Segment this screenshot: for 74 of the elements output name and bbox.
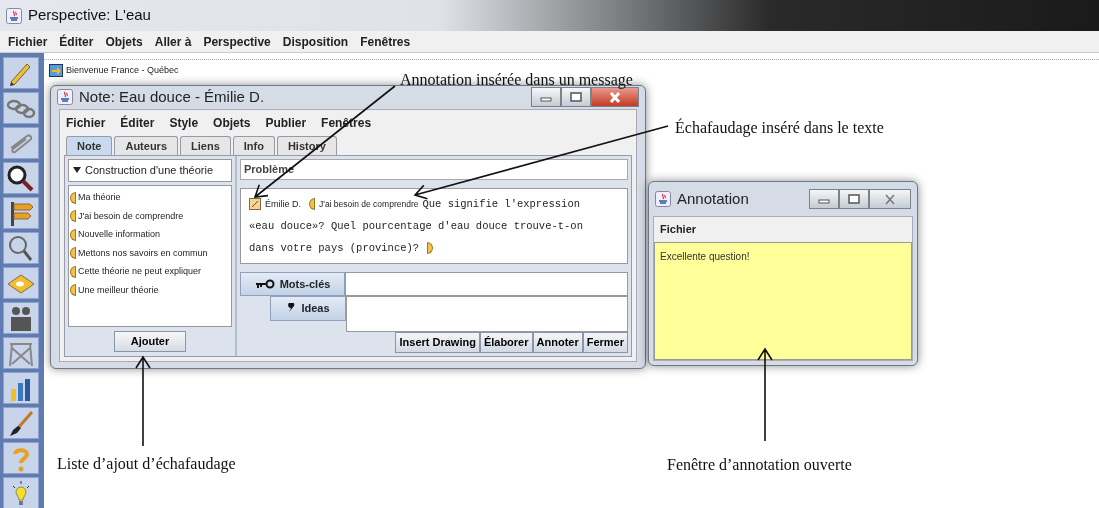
maximize-button[interactable]: [839, 189, 869, 209]
note-text: Que signifie l'expression: [422, 196, 580, 211]
java-cup-icon: [57, 89, 73, 106]
ideas-field[interactable]: [346, 296, 628, 332]
menu-item[interactable]: Fenêtres: [360, 32, 411, 51]
menu-item[interactable]: Fichier: [660, 221, 697, 238]
maximize-icon: [570, 92, 582, 103]
menu-item[interactable]: Éditer: [59, 32, 94, 51]
action-button[interactable]: Insert Drawing: [395, 332, 480, 353]
ideas-button[interactable]: Ideas: [270, 296, 346, 321]
scaffold-bracket-icon: [70, 228, 76, 241]
tab[interactable]: Note: [66, 135, 113, 155]
action-button[interactable]: Élaborer: [479, 332, 533, 353]
close-button[interactable]: [591, 87, 639, 108]
tab[interactable]: Liens: [180, 135, 231, 155]
tool-button[interactable]: [3, 407, 39, 439]
minimize-button[interactable]: [809, 189, 839, 209]
scaffold-bracket-icon: [70, 284, 76, 297]
scaffold-item[interactable]: Mettons nos savoirs en commun: [78, 246, 208, 260]
tool-button[interactable]: [3, 162, 39, 194]
callout-label: Liste d’ajout d’échafaudage: [57, 454, 236, 475]
scaffold-item[interactable]: J'ai besoin de comprendre: [78, 209, 184, 223]
annotation-icon: [249, 197, 261, 210]
scaffold-bracket-icon: [427, 241, 434, 254]
menu-item[interactable]: Fichier: [66, 113, 106, 132]
key-icon: [254, 278, 275, 289]
java-cup-icon: [655, 191, 671, 207]
java-cup-icon: [6, 7, 22, 24]
tab[interactable]: Info: [232, 135, 275, 155]
callout-label: Annotation insérée dans un message: [400, 70, 633, 91]
callout-label: Fenêtre d’annotation ouverte: [667, 455, 852, 475]
menu-item[interactable]: Aller à: [154, 32, 192, 51]
minimize-button[interactable]: [531, 87, 561, 108]
author-name: Émilie D.: [265, 197, 301, 211]
annotation-text: Excellente question!: [654, 241, 912, 360]
menu-item[interactable]: Perspective: [203, 32, 271, 51]
scaffold-bracket-icon: [70, 265, 76, 278]
scaffold-bracket-icon: [70, 247, 76, 260]
scaffold-item[interactable]: Cette théorie ne peut expliquer: [78, 265, 202, 279]
tab[interactable]: Auteurs: [114, 135, 178, 155]
menu-item[interactable]: Style: [169, 113, 199, 132]
view-icon: [49, 64, 63, 77]
note-text: dans votre pays (province)?: [249, 240, 420, 255]
tool-button[interactable]: [3, 197, 39, 229]
window-title: Note: Eau douce - Émilie D.: [79, 87, 265, 107]
menu-item[interactable]: Objets: [105, 32, 143, 51]
window-title: Annotation: [677, 188, 749, 209]
window-title: Perspective: L'eau: [28, 5, 151, 26]
scaffold-label: J'ai besoin de comprendre: [319, 197, 419, 211]
scaffold-bracket-icon: [309, 197, 315, 210]
callout-label: Échafaudage inséré dans le texte: [675, 117, 884, 139]
action-button[interactable]: Annoter: [532, 332, 583, 353]
scaffold-item[interactable]: Ma théorie: [78, 191, 121, 205]
view-title[interactable]: Bienvenue France - Québec: [66, 63, 179, 78]
close-icon: [884, 193, 896, 205]
scaffold-item[interactable]: Une meilleur théorie: [78, 283, 159, 297]
scaffold-bracket-icon: [70, 210, 76, 223]
menu-item[interactable]: Disposition: [282, 32, 349, 51]
maximize-button[interactable]: [561, 87, 591, 108]
menu-item[interactable]: Éditer: [120, 113, 155, 132]
menu-item[interactable]: Publier: [265, 113, 307, 132]
add-button[interactable]: Ajouter: [113, 331, 187, 352]
scaffold-dropdown[interactable]: Construction d'une théorie: [68, 159, 232, 182]
menu-item[interactable]: Fichier: [8, 32, 48, 51]
action-button[interactable]: Fermer: [582, 332, 628, 353]
maximize-icon: [848, 194, 860, 204]
keywords-field[interactable]: [345, 271, 628, 296]
close-button[interactable]: [869, 189, 911, 209]
note-text: «eau douce»? Quel pourcentage d'eau douce trouve-t-on: [249, 218, 583, 233]
close-icon: [609, 91, 621, 103]
menu-item[interactable]: Objets: [213, 113, 251, 132]
scaffold-item[interactable]: Nouvelle information: [78, 228, 161, 242]
keywords-button[interactable]: Mots-clés: [240, 271, 345, 296]
scaffold-bracket-icon: [70, 191, 76, 204]
